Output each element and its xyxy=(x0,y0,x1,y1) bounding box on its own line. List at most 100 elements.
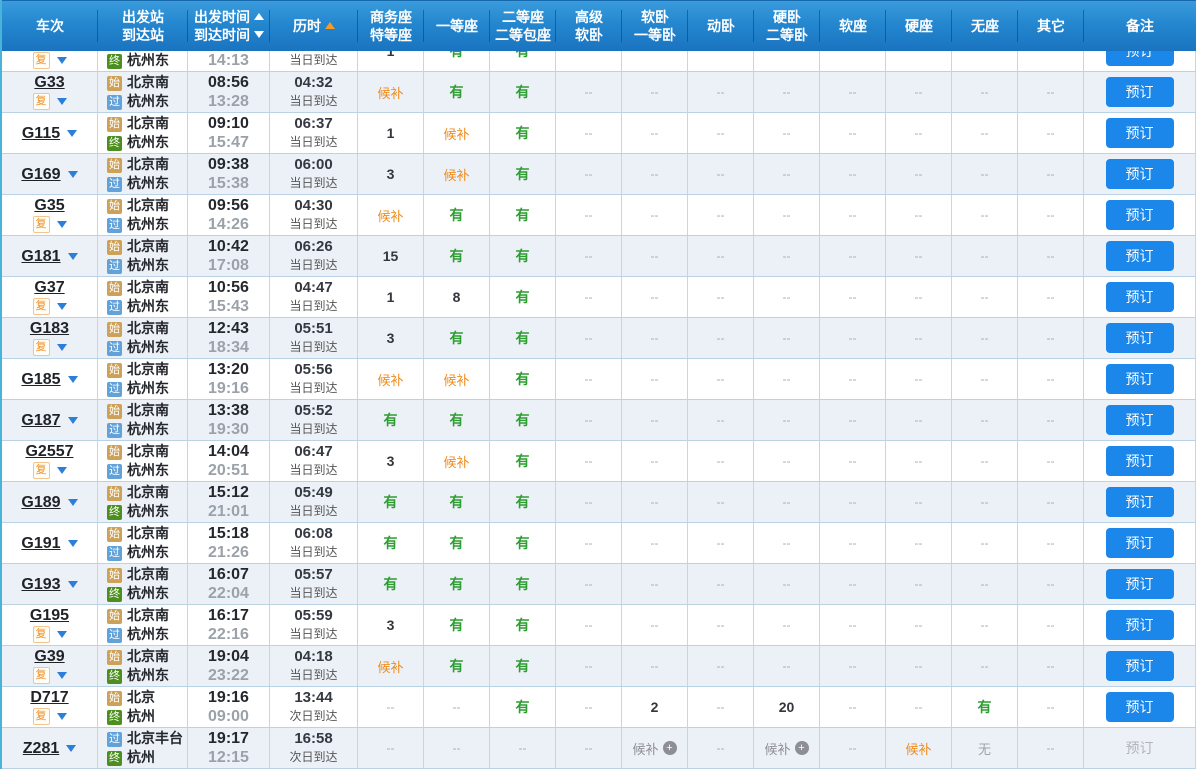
book-button[interactable]: 预订 xyxy=(1106,569,1174,599)
seat-cell-soft-seat: -- xyxy=(820,482,886,522)
seat-cell-soft-sleeper: -- xyxy=(622,195,688,235)
train-number-link[interactable]: Z281 xyxy=(23,740,59,757)
col-header-second-class: 二等座二等包座 xyxy=(490,1,556,51)
seat-status: -- xyxy=(585,331,593,345)
train-cell: G191 xyxy=(2,523,98,563)
col-header-times[interactable]: 出发时间到达时间 xyxy=(188,1,270,51)
col-header-label: 特等座 xyxy=(370,26,412,44)
col-header-label: 出发时间 xyxy=(194,8,264,26)
seat-status: 有 xyxy=(450,246,464,266)
expand-arrow-icon[interactable] xyxy=(68,417,78,424)
book-button[interactable]: 预订 xyxy=(1106,692,1174,722)
expand-arrow-icon[interactable] xyxy=(57,631,67,638)
book-button[interactable]: 预订 xyxy=(1106,364,1174,394)
seat-status: 有 xyxy=(516,574,530,594)
arrival-day-label: 当日到达 xyxy=(289,420,337,439)
book-button[interactable]: 预订 xyxy=(1106,77,1174,107)
expand-arrow-icon[interactable] xyxy=(57,303,67,310)
seat-cell-premium-soft-sleeper: -- xyxy=(556,564,622,604)
seat-cell-hard-seat: -- xyxy=(886,359,952,399)
terminal-badge: 终 xyxy=(107,54,122,69)
book-button[interactable]: 预订 xyxy=(1106,51,1174,66)
expand-arrow-icon[interactable] xyxy=(57,98,67,105)
train-number-link[interactable]: G185 xyxy=(21,371,60,388)
book-button[interactable]: 预订 xyxy=(1106,651,1174,681)
book-button[interactable]: 预订 xyxy=(1106,446,1174,476)
candidate-plus-icon[interactable]: + xyxy=(663,741,677,755)
candidate-plus-icon[interactable]: + xyxy=(795,741,809,755)
train-number-link[interactable]: G187 xyxy=(21,412,60,429)
train-number-link[interactable]: G189 xyxy=(21,494,60,511)
train-number-link[interactable]: G191 xyxy=(21,535,60,552)
book-button[interactable]: 预订 xyxy=(1106,241,1174,271)
origin-badge: 始 xyxy=(107,158,122,173)
book-button[interactable]: 预订 xyxy=(1106,610,1174,640)
train-number-link[interactable]: G183 xyxy=(30,320,69,337)
seat-status: 1 xyxy=(387,289,395,305)
train-row: G35复始北京南过杭州东09:5614:2604:30当日到达候补有有-----… xyxy=(2,195,1196,236)
sort-desc-icon[interactable] xyxy=(254,31,264,38)
seat-cell-hard-seat: -- xyxy=(886,687,952,727)
expand-arrow-icon[interactable] xyxy=(67,130,77,137)
seat-cell-hard-seat: -- xyxy=(886,236,952,276)
col-header-label: 软卧 xyxy=(641,8,669,26)
expand-arrow-icon[interactable] xyxy=(57,467,67,474)
seat-status: -- xyxy=(717,495,725,509)
duration-cell: 04:18当日到达 xyxy=(270,646,358,686)
col-header-hard-seat: 硬座 xyxy=(886,1,952,51)
seat-cell-soft-seat: -- xyxy=(820,523,886,563)
book-button[interactable]: 预订 xyxy=(1106,282,1174,312)
seat-status: -- xyxy=(585,208,593,222)
train-number-link[interactable]: G181 xyxy=(21,248,60,265)
expand-arrow-icon[interactable] xyxy=(66,745,76,752)
expand-arrow-icon[interactable] xyxy=(57,344,67,351)
expand-arrow-icon[interactable] xyxy=(68,253,78,260)
expand-arrow-icon[interactable] xyxy=(68,499,78,506)
expand-arrow-icon[interactable] xyxy=(68,540,78,547)
seat-cell-no-seat: -- xyxy=(952,646,1018,686)
seat-cell-soft-seat: -- xyxy=(820,318,886,358)
expand-arrow-icon[interactable] xyxy=(57,221,67,228)
train-number-link[interactable]: G33 xyxy=(34,74,64,91)
sort-asc-icon[interactable] xyxy=(325,22,335,29)
expand-arrow-icon[interactable] xyxy=(57,57,67,64)
book-button[interactable]: 预订 xyxy=(1106,118,1174,148)
col-header-text: 一等座 xyxy=(436,18,478,34)
train-number-link[interactable]: G193 xyxy=(21,576,60,593)
col-header-text: 硬座 xyxy=(905,18,933,34)
train-number-link[interactable]: G2557 xyxy=(25,443,73,460)
times-cell: 13:2019:16 xyxy=(188,359,270,399)
book-button-disabled: 预订 xyxy=(1126,738,1154,758)
train-number-link[interactable]: G39 xyxy=(34,648,64,665)
train-number-link[interactable]: G115 xyxy=(22,125,60,142)
seat-status: 有 xyxy=(450,328,464,348)
seat-status: -- xyxy=(783,126,791,140)
train-number-link[interactable]: G37 xyxy=(34,279,64,296)
expand-arrow-icon[interactable] xyxy=(68,376,78,383)
book-button[interactable]: 预订 xyxy=(1106,405,1174,435)
stations-cell: 始北京南过杭州东 xyxy=(98,277,188,317)
expand-arrow-icon[interactable] xyxy=(68,171,78,178)
train-number-link[interactable]: D717 xyxy=(30,689,68,706)
train-number-line: G187 xyxy=(21,411,77,430)
book-button[interactable]: 预订 xyxy=(1106,200,1174,230)
train-number-link[interactable]: G195 xyxy=(30,607,69,624)
sort-asc-icon[interactable] xyxy=(254,13,264,20)
expand-arrow-icon[interactable] xyxy=(57,713,67,720)
book-button[interactable]: 预订 xyxy=(1106,528,1174,558)
train-number-link[interactable]: G169 xyxy=(21,166,60,183)
train-number-line: Z281 xyxy=(23,739,76,758)
train-number-link[interactable]: G35 xyxy=(34,197,64,214)
expand-arrow-icon[interactable] xyxy=(68,581,78,588)
departure-station-line: 始北京南 xyxy=(107,114,169,133)
train-number-line: G33 xyxy=(34,73,64,92)
remarks-cell: 预订 xyxy=(1084,728,1196,768)
book-button[interactable]: 预订 xyxy=(1106,159,1174,189)
col-header-duration[interactable]: 历时 xyxy=(270,1,358,51)
arrival-station-line: 过杭州东 xyxy=(107,174,169,193)
col-header-text: 其它 xyxy=(1037,18,1065,34)
book-button[interactable]: 预订 xyxy=(1106,323,1174,353)
book-button[interactable]: 预订 xyxy=(1106,487,1174,517)
expand-arrow-icon[interactable] xyxy=(57,672,67,679)
seat-cell-emu-sleeper: -- xyxy=(688,195,754,235)
